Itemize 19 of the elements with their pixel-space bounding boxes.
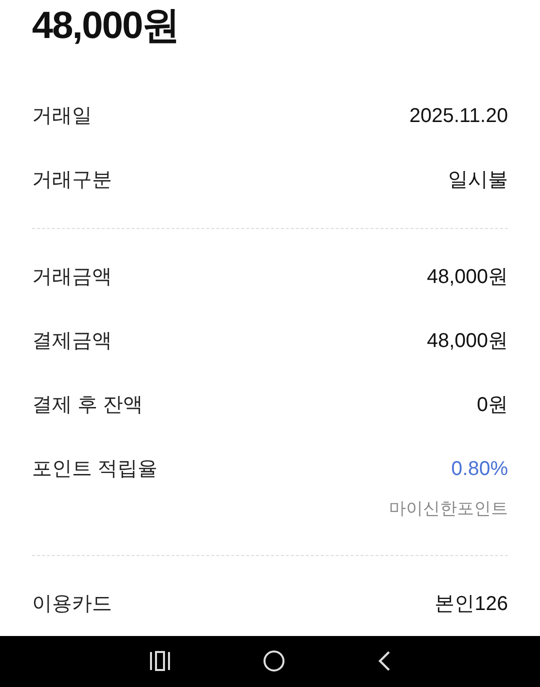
row-value: 48,000원 (426, 265, 508, 290)
row-value: 0원 (476, 393, 508, 418)
back-icon[interactable] (377, 650, 391, 672)
row-value: 일시불 (448, 168, 508, 193)
row-label: 거래구분 (32, 168, 112, 193)
row-label: 거래금액 (32, 265, 112, 290)
row-value: 48,000원 (426, 329, 508, 354)
row-label: 결제 후 잔액 (32, 393, 144, 418)
row-label: 이용카드 (32, 592, 112, 616)
row-label: 포인트 적립율 (32, 457, 158, 482)
row-label: 결제금액 (32, 329, 112, 354)
row-value: 0.80% (451, 457, 508, 482)
recent-apps-icon[interactable] (149, 651, 171, 672)
home-icon[interactable] (263, 650, 285, 672)
row-note: 마이신한포인트 (389, 498, 508, 520)
row-value: 본인126 (434, 592, 508, 616)
total-amount: 48,000원 (32, 5, 180, 47)
row-label: 거래일 (32, 104, 92, 129)
row-value: 2025.11.20 (409, 104, 508, 129)
